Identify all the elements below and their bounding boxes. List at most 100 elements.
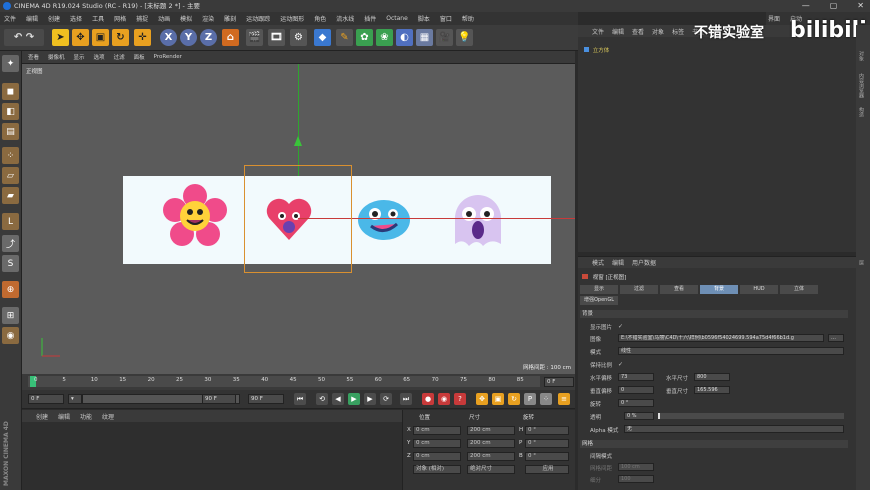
axis-mode-icon[interactable]: L — [2, 213, 19, 230]
coordinate-system-icon[interactable]: ⌂ — [222, 29, 239, 46]
viewport-menu-item-5[interactable]: 面板 — [134, 53, 145, 61]
menu-item-14[interactable]: 流水线 — [336, 14, 354, 23]
tab-filter[interactable]: 过滤 — [620, 285, 658, 294]
prev-key-icon[interactable]: ⟲ — [316, 393, 328, 405]
preview-start-field[interactable]: ▾ — [68, 394, 82, 404]
camera-icon[interactable]: 🎥 — [436, 29, 453, 46]
recent-tool-icon[interactable]: ✛ — [134, 29, 151, 46]
tab-enhanced-opengl[interactable]: 增强OpenGL — [580, 296, 618, 305]
menu-layout[interactable]: 界面 — [768, 14, 780, 23]
subdivide-field[interactable]: 100 — [618, 475, 654, 483]
scale-tool-icon[interactable]: ▣ — [92, 29, 109, 46]
minimize-button[interactable]: — — [802, 0, 810, 12]
make-editable-icon[interactable]: ✦ — [2, 55, 19, 72]
keep-ratio-checkbox[interactable]: ✓ — [618, 361, 623, 368]
menu-item-1[interactable]: 编辑 — [26, 14, 38, 23]
alpha-mode-select[interactable]: 无 — [624, 425, 844, 433]
cloner-icon[interactable]: ❀ — [376, 29, 393, 46]
object-menu-item-2[interactable]: 查看 — [632, 27, 644, 36]
move-tool-icon[interactable]: ✥ — [72, 29, 89, 46]
rot-p-field[interactable]: 0 ° — [525, 439, 569, 448]
show-image-checkbox[interactable]: ✓ — [618, 323, 623, 330]
render-view-icon[interactable]: 🎬 — [246, 29, 263, 46]
floor-icon[interactable]: ▦ — [416, 29, 433, 46]
tab-background[interactable]: 背景 — [700, 285, 738, 294]
menu-item-5[interactable]: 网格 — [114, 14, 126, 23]
subdivision-icon[interactable]: ✿ — [356, 29, 373, 46]
tab-display[interactable]: 显示 — [580, 285, 618, 294]
attr-menu-mode[interactable]: 模式 — [592, 258, 604, 267]
menu-item-16[interactable]: Octane — [386, 15, 408, 22]
next-frame-icon[interactable]: ▶ — [364, 393, 376, 405]
object-menu-item-3[interactable]: 对象 — [652, 27, 664, 36]
viewport-menu-item-0[interactable]: 查看 — [28, 53, 39, 61]
menu-item-7[interactable]: 动画 — [158, 14, 170, 23]
preview-end-field[interactable]: 90 F — [202, 394, 236, 404]
model-mode-icon[interactable]: ◼ — [2, 83, 19, 100]
autokey-icon[interactable]: ◉ — [438, 393, 450, 405]
side-tab-content-browser[interactable]: 内容浏览器 — [858, 73, 865, 98]
menu-item-10[interactable]: 雕刻 — [224, 14, 236, 23]
rotate-tool-icon[interactable]: ↻ — [112, 29, 129, 46]
prev-frame-icon[interactable]: ◀ — [332, 393, 344, 405]
size-mode-select[interactable]: 绝对尺寸 — [467, 465, 515, 474]
tab-hud[interactable]: HUD — [740, 285, 778, 294]
rotate-field[interactable]: 0 ° — [618, 399, 654, 407]
z-axis-icon[interactable]: Z — [200, 29, 217, 46]
attr-menu-edit[interactable]: 编辑 — [612, 258, 624, 267]
timeline[interactable]: 051015202530354045505560657075808590 0 F — [22, 374, 575, 390]
h-offset-field[interactable]: 73 — [618, 373, 654, 381]
size-z-field[interactable]: 200 cm — [467, 452, 515, 461]
material-manager[interactable] — [22, 422, 402, 490]
snap-icon[interactable]: S — [2, 255, 19, 272]
texture-mode-icon[interactable]: ◧ — [2, 103, 19, 120]
browse-button[interactable]: … — [828, 334, 844, 342]
size-y-field[interactable]: 200 cm — [467, 439, 515, 448]
rot-h-field[interactable]: 0 ° — [525, 426, 569, 435]
mode-select[interactable]: 线性 — [618, 347, 844, 355]
viewport-menu-item-4[interactable]: 过滤 — [114, 53, 125, 61]
select-arrow-icon[interactable]: ➤ — [52, 29, 69, 46]
render-picture-viewer-icon[interactable]: 🎞 — [268, 29, 285, 46]
object-manager[interactable]: 立方体 — [578, 37, 856, 252]
goto-end-icon[interactable]: ⏭ — [400, 393, 412, 405]
play-icon[interactable]: ▶ — [348, 393, 360, 405]
menu-item-0[interactable]: 文件 — [4, 14, 16, 23]
viewport-menu-item-3[interactable]: 选项 — [94, 53, 105, 61]
material-menu-create[interactable]: 创建 — [36, 412, 48, 421]
material-menu-texture[interactable]: 纹理 — [102, 412, 114, 421]
menu-item-17[interactable]: 脚本 — [418, 14, 430, 23]
v-size-field[interactable]: 165.596 — [694, 386, 730, 394]
grid-spacing-field[interactable]: 100 cm — [618, 463, 654, 471]
pos-y-field[interactable]: 0 cm — [413, 439, 461, 448]
menu-item-4[interactable]: 工具 — [92, 14, 104, 23]
tab-stereo[interactable]: 立体 — [780, 285, 818, 294]
menu-item-13[interactable]: 角色 — [314, 14, 326, 23]
menu-item-6[interactable]: 捕捉 — [136, 14, 148, 23]
h-size-field[interactable]: 800 — [694, 373, 730, 381]
render-settings-icon[interactable]: ⚙ — [290, 29, 307, 46]
viewport-menu-item-1[interactable]: 摄像机 — [48, 53, 65, 61]
viewport-menu-item-6[interactable]: ProRender — [154, 54, 182, 60]
object-menu-item-0[interactable]: 文件 — [592, 27, 604, 36]
maximize-button[interactable]: ▢ — [830, 0, 838, 12]
v-offset-field[interactable]: 0 — [618, 386, 654, 394]
key-parameter-icon[interactable]: P — [524, 393, 536, 405]
menu-item-19[interactable]: 帮助 — [462, 14, 474, 23]
workplane-icon[interactable]: ⊕ — [2, 281, 19, 298]
undo-redo-icon[interactable]: ↶ ↷ — [4, 29, 44, 46]
key-scale-icon[interactable]: ▣ — [492, 393, 504, 405]
menu-item-18[interactable]: 窗口 — [440, 14, 452, 23]
solo-icon[interactable]: ◉ — [2, 327, 19, 344]
transparency-field[interactable]: 0 % — [624, 412, 654, 420]
y-axis-icon[interactable]: Y — [180, 29, 197, 46]
goto-start-icon[interactable]: ⏮ — [294, 393, 306, 405]
viewport-menu-item-2[interactable]: 显示 — [74, 53, 85, 61]
x-axis-icon[interactable]: X — [160, 29, 177, 46]
transparency-slider[interactable] — [658, 413, 844, 419]
menu-item-11[interactable]: 运动跟踪 — [246, 14, 270, 23]
close-button[interactable]: ✕ — [857, 0, 864, 12]
edges-mode-icon[interactable]: ▱ — [2, 167, 19, 184]
size-x-field[interactable]: 200 cm — [467, 426, 515, 435]
timeline-menu-icon[interactable]: ≡ — [558, 393, 570, 405]
